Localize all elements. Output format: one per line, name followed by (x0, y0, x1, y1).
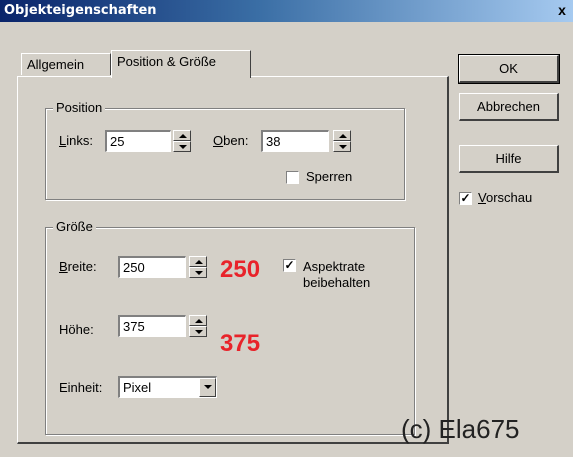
hoehe-input[interactable]: 375 (118, 315, 186, 337)
einheit-label: Einheit: (59, 380, 102, 395)
einheit-label-text: Einheit: (59, 380, 103, 395)
einheit-select[interactable]: Pixel (118, 376, 217, 398)
help-button[interactable]: Hilfe (459, 145, 559, 173)
oben-spin-down[interactable] (333, 141, 351, 152)
spin-up-icon (195, 319, 203, 323)
hoehe-spin-down[interactable] (189, 326, 207, 337)
title-bar: Objekteigenschaften x (0, 0, 573, 22)
aspect-label: Aspektrate beibehalten (303, 259, 370, 291)
aspect-label-line1: Aspektrate (303, 259, 366, 274)
oben-spinner[interactable] (333, 130, 351, 152)
spin-down-icon (339, 145, 347, 149)
cancel-button[interactable]: Abbrechen (459, 93, 559, 121)
aspect-label-line2: beibehalten (303, 275, 371, 290)
vorschau-checkbox[interactable]: ✓ (459, 192, 472, 205)
vorschau-label: Vorschau (478, 190, 533, 205)
breite-spin-up[interactable] (189, 256, 207, 267)
breite-spinner[interactable] (189, 256, 207, 278)
oben-label: Oben: (213, 133, 249, 148)
hoehe-label: Höhe: (59, 322, 94, 337)
links-spinner[interactable] (173, 130, 191, 152)
position-groupbox (45, 108, 405, 200)
spin-down-icon (179, 145, 187, 149)
hoehe-spinner[interactable] (189, 315, 207, 337)
oben-label-text: ben: (223, 133, 249, 148)
links-spin-down[interactable] (173, 141, 191, 152)
ok-button[interactable]: OK (458, 54, 560, 84)
hoehe-annotation: 375 (220, 330, 261, 357)
spin-up-icon (339, 134, 347, 138)
sperren-checkbox[interactable] (286, 171, 299, 184)
chevron-down-icon (204, 385, 212, 389)
breite-input[interactable]: 250 (118, 256, 186, 278)
einheit-dropdown-button[interactable] (199, 378, 216, 397)
tab-position-groesse-label: Position & Größe (117, 54, 216, 69)
breite-label-text: reite: (67, 259, 97, 274)
tab-position-groesse[interactable]: Position & Größe (111, 50, 251, 78)
size-group-label: Größe (53, 219, 96, 234)
links-spin-up[interactable] (173, 130, 191, 141)
aspect-checkbox[interactable]: ✓ (283, 259, 296, 272)
einheit-select-value: Pixel (123, 380, 152, 395)
window-title: Objekteigenschaften (4, 3, 157, 18)
hoehe-spin-up[interactable] (189, 315, 207, 326)
spin-up-icon (195, 260, 203, 264)
spin-down-icon (195, 330, 203, 334)
tab-allgemein[interactable]: Allgemein (21, 53, 111, 75)
position-group-label: Position (53, 100, 106, 115)
links-label-text: inks: (66, 133, 93, 148)
oben-input[interactable]: 38 (261, 130, 329, 152)
oben-spin-up[interactable] (333, 130, 351, 141)
breite-spin-down[interactable] (189, 267, 207, 278)
breite-label: Breite: (59, 259, 97, 274)
breite-annotation: 250 (220, 256, 261, 283)
vorschau-label-text: orschau (485, 190, 533, 205)
sperren-label: Sperren (306, 169, 353, 184)
spin-up-icon (179, 134, 187, 138)
links-label: Links: (59, 133, 93, 148)
watermark: (c) Ela675 (401, 414, 520, 444)
links-input[interactable]: 25 (105, 130, 171, 152)
tab-allgemein-label: Allgemein (27, 57, 85, 72)
spin-down-icon (195, 271, 203, 275)
hoehe-label-text: Höhe: (59, 322, 94, 337)
close-icon[interactable]: x (553, 1, 571, 19)
